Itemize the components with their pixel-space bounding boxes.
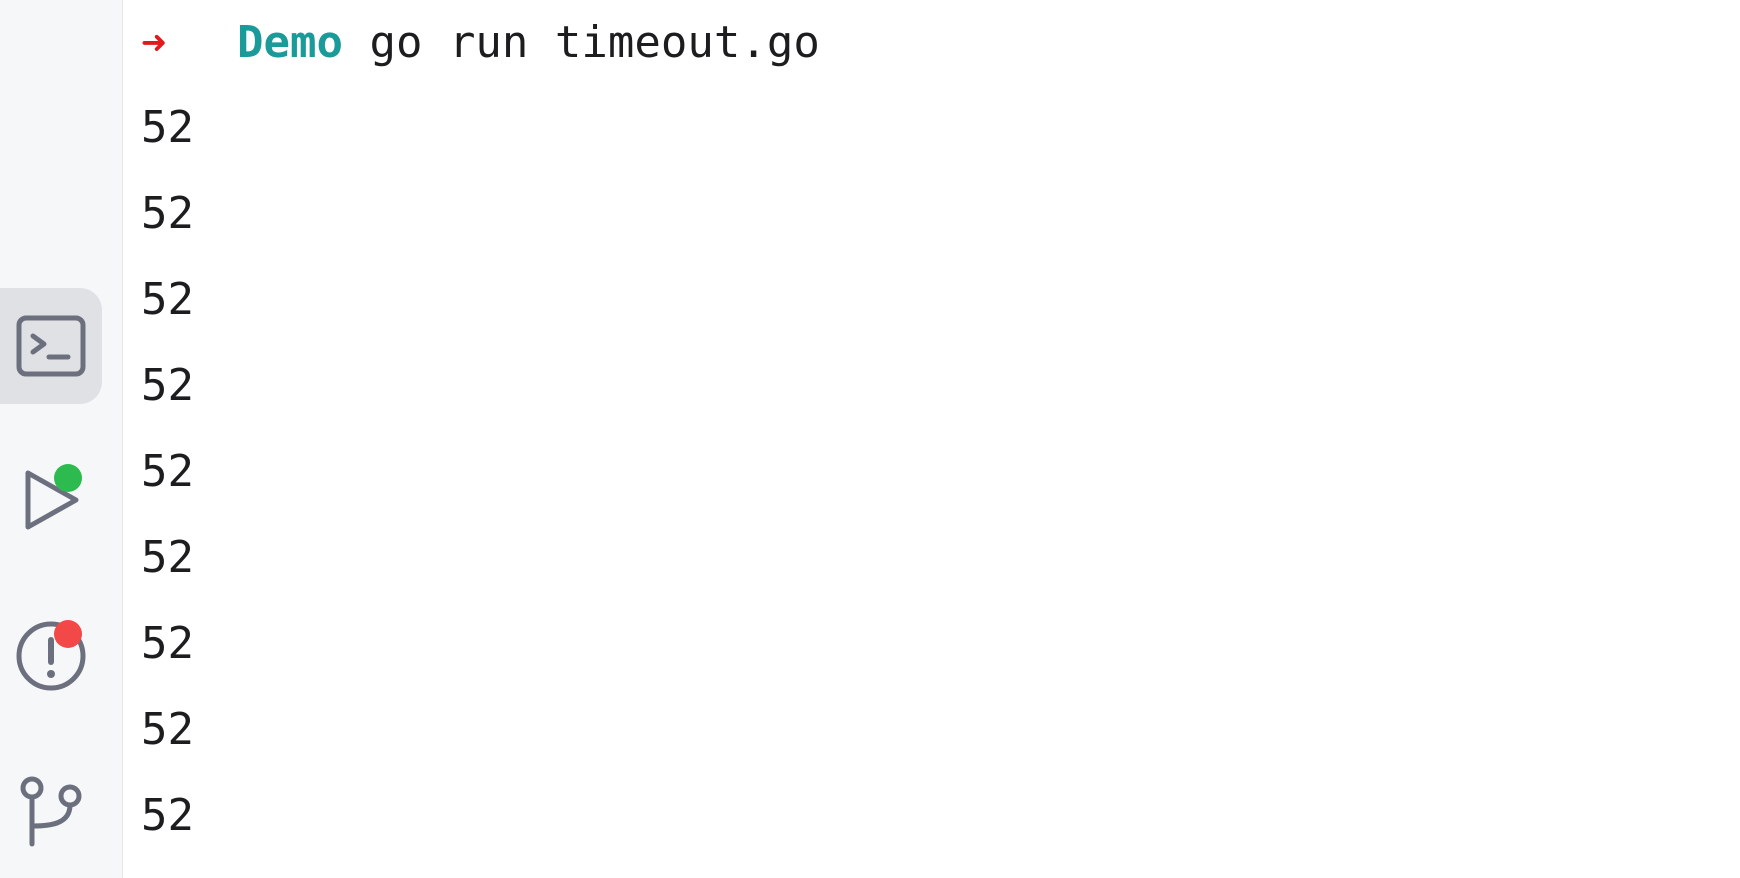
git-branch-icon xyxy=(20,776,82,847)
problems-error-badge xyxy=(54,620,82,648)
run-status-badge xyxy=(54,464,82,492)
tool-window-sidebar xyxy=(0,0,123,878)
output-line: 52 xyxy=(141,618,194,669)
terminal-panel[interactable]: ➜ Demo go run timeout.go 52 52 52 52 52 … xyxy=(123,0,1740,878)
output-line: 52 xyxy=(141,274,194,325)
terminal-icon xyxy=(16,315,86,377)
run-tool-button[interactable] xyxy=(0,442,102,558)
output-line: 52 xyxy=(141,532,194,583)
output-line: 52 xyxy=(141,446,194,497)
command-output: 52 52 52 52 52 52 52 52 52 xyxy=(141,98,194,872)
terminal-tool-button[interactable] xyxy=(0,288,102,404)
output-line: 52 xyxy=(141,790,194,841)
prompt-arrow: ➜ xyxy=(141,17,167,67)
ide-window: ➜ Demo go run timeout.go 52 52 52 52 52 … xyxy=(0,0,1740,878)
git-tool-button[interactable] xyxy=(0,754,102,870)
problems-tool-button[interactable] xyxy=(0,598,102,714)
prompt-directory: Demo xyxy=(237,16,343,68)
prompt-spacer xyxy=(343,17,370,68)
output-line: 52 xyxy=(141,360,194,411)
prompt-line: ➜ Demo go run timeout.go xyxy=(141,12,820,72)
output-line: 52 xyxy=(141,704,194,755)
output-line: 52 xyxy=(141,102,194,153)
prompt-command: go run timeout.go xyxy=(369,16,820,68)
output-line: 52 xyxy=(141,188,194,239)
